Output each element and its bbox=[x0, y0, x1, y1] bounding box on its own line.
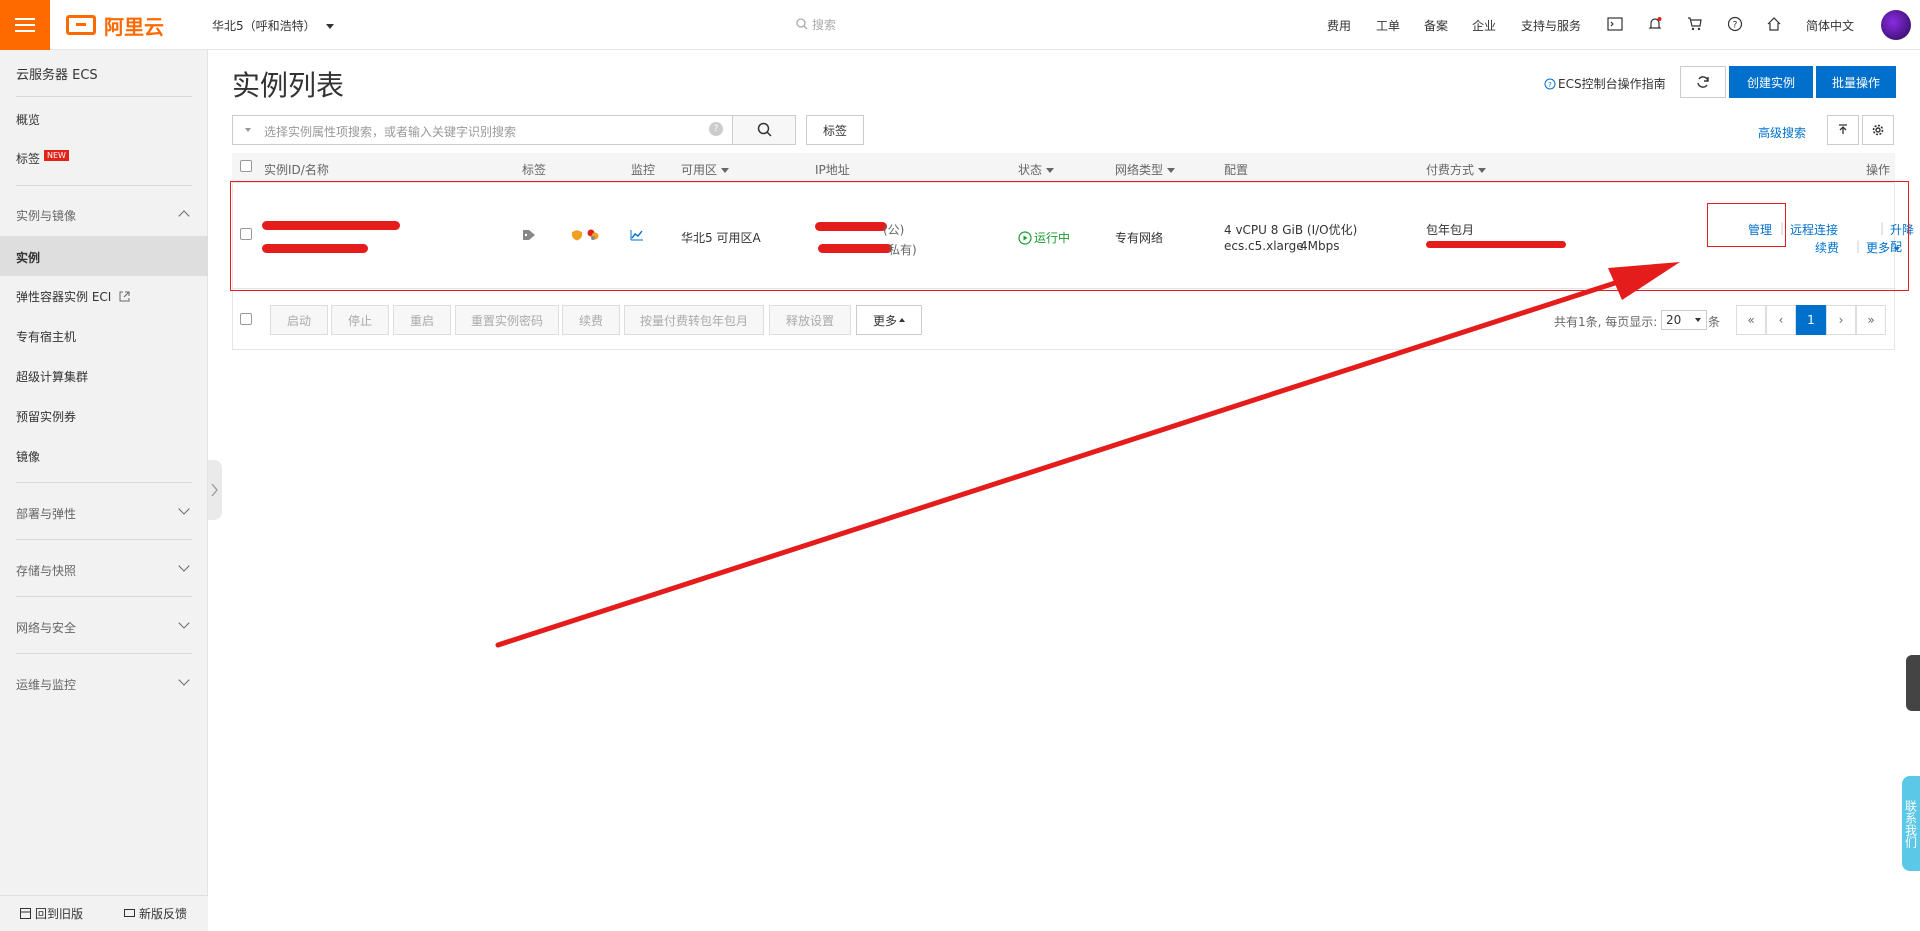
contact-us-button[interactable]: 联系我们 bbox=[1902, 776, 1920, 871]
annotation-arrow bbox=[495, 262, 1680, 648]
side-toolbar-handle[interactable] bbox=[1906, 655, 1920, 711]
